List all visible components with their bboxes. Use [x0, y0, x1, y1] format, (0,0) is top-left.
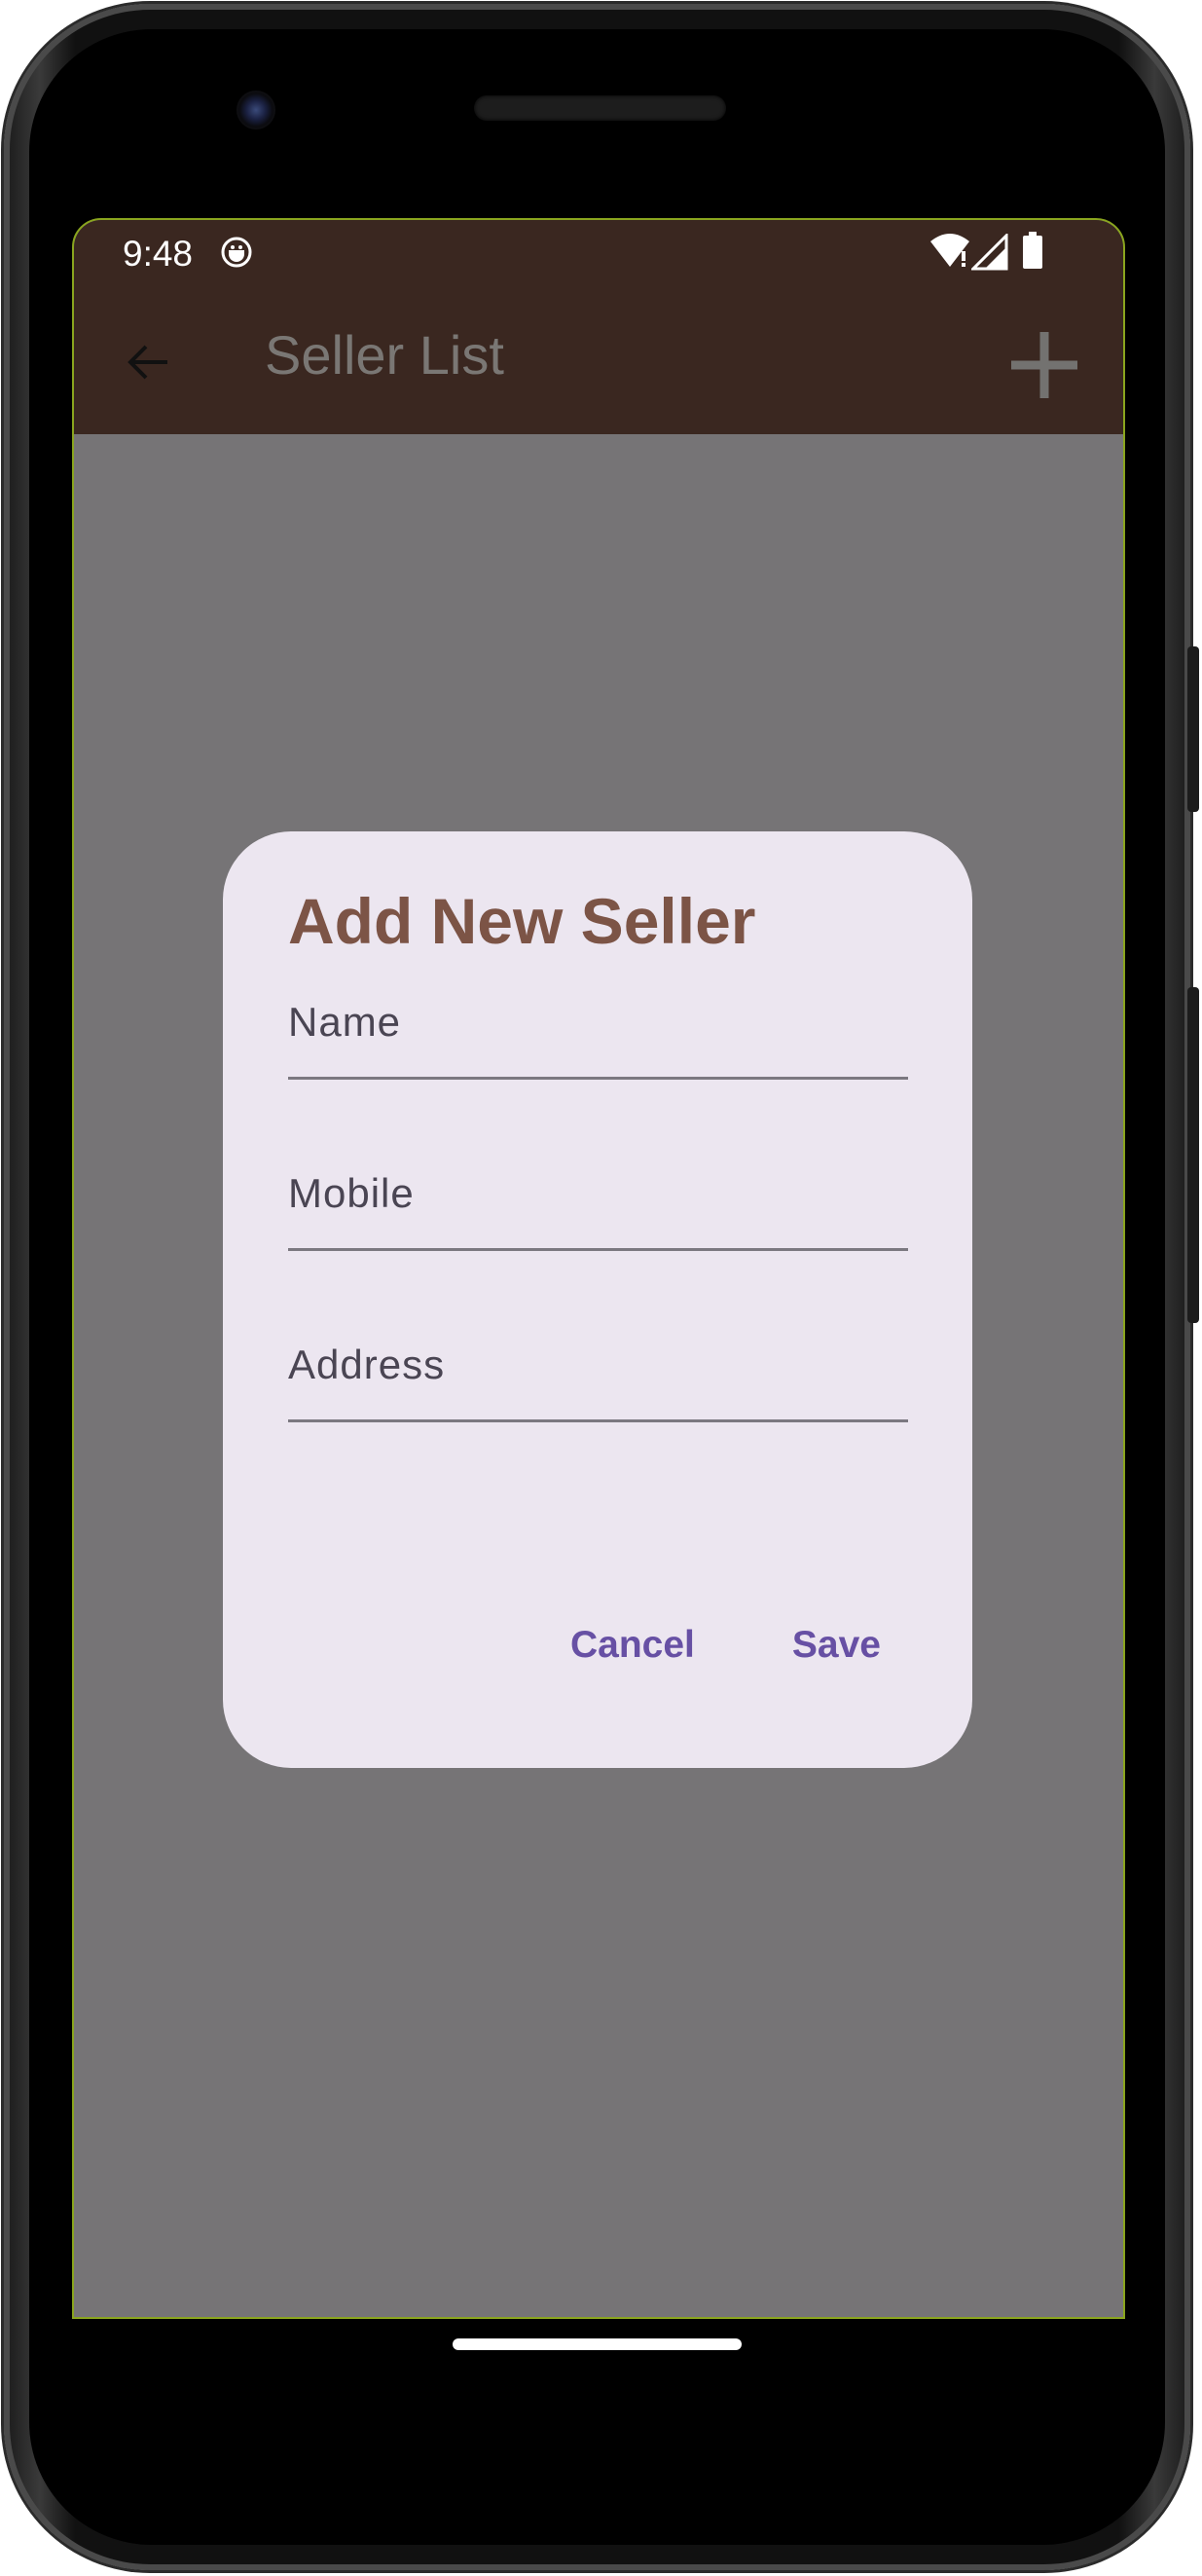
power-button [1187, 987, 1199, 1323]
battery-icon [1023, 232, 1042, 269]
back-button[interactable] [113, 327, 183, 397]
signal-icon [971, 234, 1008, 271]
app-notification-icon [221, 237, 252, 268]
mobile-field[interactable]: Mobile [288, 1141, 912, 1251]
phone-frame: 9:48 Seller List Add New Seller Name Mob… [4, 4, 1199, 2570]
add-icon [1011, 332, 1077, 398]
dialog-title: Add New Seller [288, 885, 756, 957]
name-field[interactable]: Name [288, 970, 912, 1080]
volume-button [1187, 646, 1199, 812]
status-icons [929, 232, 1055, 271]
home-indicator[interactable] [453, 2338, 742, 2350]
cancel-button[interactable]: Cancel [543, 1610, 722, 1680]
add-seller-dialog: Add New Seller Name Mobile Address Cance… [223, 831, 972, 1768]
app-screen: 9:48 Seller List Add New Seller Name Mob… [72, 218, 1125, 2319]
earpiece-speaker [474, 95, 726, 121]
address-field[interactable]: Address [288, 1312, 912, 1422]
page-title: Seller List [265, 324, 504, 386]
arrow-back-icon [127, 345, 167, 380]
dialog-actions: Cancel Save [543, 1610, 908, 1680]
add-seller-button[interactable] [1001, 321, 1088, 409]
status-time: 9:48 [123, 234, 194, 274]
mobile-input[interactable] [288, 1201, 912, 1242]
name-input[interactable] [288, 1030, 912, 1071]
address-input[interactable] [288, 1373, 912, 1414]
save-button[interactable]: Save [765, 1610, 908, 1680]
front-camera [237, 91, 275, 129]
wifi-icon [930, 234, 969, 267]
app-bar: 9:48 Seller List [74, 220, 1123, 434]
